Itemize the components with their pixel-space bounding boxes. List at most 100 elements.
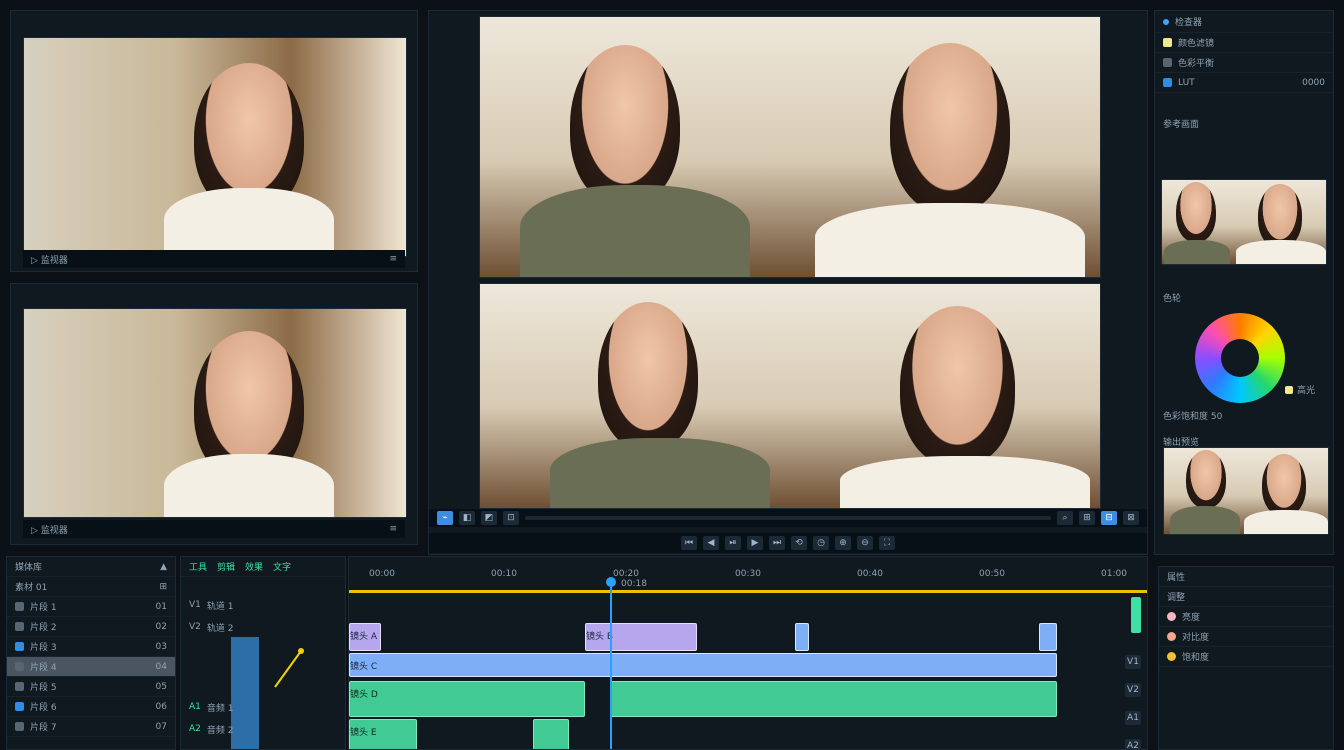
properties-item[interactable]: 对比度: [1159, 627, 1333, 647]
tools-tab-1[interactable]: 工具: [189, 560, 207, 573]
playbar-btn-7[interactable]: ◷: [813, 536, 829, 550]
output-preview-thumbnail[interactable]: [1163, 447, 1329, 535]
timeline-track-toggles: V1 V2 A1 A2: [1125, 655, 1141, 749]
properties-item[interactable]: 调整: [1159, 587, 1333, 607]
media-bin-item-value: 05: [155, 681, 167, 692]
viewer-main-toolbar-btn-1[interactable]: ⌁: [437, 511, 453, 525]
media-bins-subtitle: 素材 01: [15, 583, 48, 593]
timeline-clip[interactable]: [1039, 623, 1057, 651]
media-bins-filter-icon[interactable]: ▲: [160, 562, 167, 572]
tools-tab-3[interactable]: 效果: [245, 560, 263, 573]
timeline-clip[interactable]: 镜头 C: [349, 653, 1057, 677]
timeline-clip[interactable]: 镜头 D: [349, 681, 585, 717]
playbar-btn-3[interactable]: ⏯: [725, 536, 741, 550]
viewer-main-toolbar-btn-8[interactable]: ⊠: [1123, 511, 1139, 525]
track-toggle-icon[interactable]: A2: [1125, 739, 1141, 749]
media-bin-item[interactable]: 片段 5 05: [7, 677, 175, 697]
media-bin-item[interactable]: 片段 2 02: [7, 617, 175, 637]
tools-row[interactable]: V2 轨道 2: [181, 617, 345, 637]
inspector-item-2[interactable]: 色彩平衡: [1155, 53, 1333, 73]
media-bin-item-label: 片段 7: [30, 723, 57, 733]
media-bins-grid-icon[interactable]: ⊞: [159, 582, 167, 592]
viewer-main-toolbar-btn-5[interactable]: ⌕: [1057, 511, 1073, 525]
properties-item-label: 调整: [1167, 593, 1186, 603]
legend-swatch-icon: [1285, 385, 1293, 394]
inspector-item-3[interactable]: LUT 0000: [1155, 73, 1333, 93]
playbar-btn-9[interactable]: ⊖: [857, 536, 873, 550]
playbar-btn-2[interactable]: ◀: [703, 536, 719, 550]
viewer-left-bottom-right[interactable]: ≡: [389, 524, 397, 534]
shirt: [840, 456, 1090, 508]
playbar-btn-4[interactable]: ▶: [747, 536, 763, 550]
playbar-btn-5[interactable]: ⏭: [769, 536, 785, 550]
viewer-main-toolbar-btn-2[interactable]: ◧: [459, 511, 475, 525]
viewer-left-top-right[interactable]: ≡: [389, 254, 397, 264]
person-man: [1176, 182, 1216, 242]
properties-item-label: 亮度: [1182, 613, 1201, 623]
playbar-btn-1[interactable]: ⏮: [681, 536, 697, 550]
media-bins-title: 媒体库: [15, 563, 43, 573]
playbar-btn-10[interactable]: ⛶: [879, 536, 895, 550]
person-man: [1186, 450, 1226, 508]
inspector-panel: 检查器 颜色滤镜 色彩平衡 LUT 0000 参考画面 色轮 高光 色彩饱和度 …: [1154, 10, 1334, 555]
timeline-clip[interactable]: 镜头 E: [349, 719, 417, 749]
viewer-main-toolbar-btn-6[interactable]: ⊞: [1079, 511, 1095, 525]
properties-item[interactable]: 亮度: [1159, 607, 1333, 627]
media-bin-item[interactable]: 片段 6 06: [7, 697, 175, 717]
clip-thumbnail-icon: [15, 702, 24, 711]
shirt: [550, 438, 770, 508]
timeline-clip[interactable]: 镜头 B: [585, 623, 697, 651]
tools-row[interactable]: V1 轨道 1: [181, 595, 345, 615]
tools-row-a: V1: [189, 600, 201, 610]
curve-icon[interactable]: [271, 643, 307, 691]
property-swatch-icon: [1167, 632, 1176, 641]
media-bin-item[interactable]: 片段 7 07: [7, 717, 175, 737]
timeline-clip[interactable]: [795, 623, 809, 651]
viewer-main-bottom-image: [479, 283, 1101, 509]
tools-row[interactable]: A2 音频 2: [181, 719, 345, 739]
track-toggle-icon[interactable]: A1: [1125, 711, 1141, 725]
tools-row-a: V2: [189, 622, 201, 632]
reference-thumbnail[interactable]: [1161, 179, 1327, 265]
viewer-main-toolbar-btn-3[interactable]: ◩: [481, 511, 497, 525]
viewer-main-toolbar-btn-4[interactable]: ⊡: [503, 511, 519, 525]
track-toggle-icon[interactable]: V1: [1125, 655, 1141, 669]
media-bin-item-value: 04: [155, 661, 167, 672]
timeline-ruler: 00:00 00:10 00:20 00:30 00:40 00:50 01:0…: [349, 557, 1147, 593]
timeline-ruler-label: 00:20: [613, 568, 639, 579]
properties-item-label: 饱和度: [1182, 653, 1210, 663]
color-wheel-icon[interactable]: [1195, 313, 1285, 403]
viewer-left-top-label: ▷ 监视器: [31, 255, 68, 266]
wheel-caption: 色彩饱和度 50: [1163, 412, 1223, 422]
playhead-handle[interactable]: [606, 577, 616, 587]
inspector-thumb-title-row: 参考画面: [1155, 113, 1333, 133]
clip-thumbnail-icon: [15, 662, 24, 671]
timeline-clip[interactable]: 镜头 A: [349, 623, 381, 651]
media-bin-item[interactable]: 片段 3 03: [7, 637, 175, 657]
track-toggle-icon[interactable]: V2: [1125, 683, 1141, 697]
inspector-item-1[interactable]: 颜色滤镜: [1155, 33, 1333, 53]
property-swatch-icon: [1167, 652, 1176, 661]
playbar-btn-8[interactable]: ⊕: [835, 536, 851, 550]
tools-row-b: 轨道 1: [206, 601, 234, 612]
timeline-ruler-label: 00:40: [857, 568, 883, 579]
media-bin-item-label: 片段 4: [30, 663, 57, 673]
playbar-btn-6[interactable]: ⟲: [791, 536, 807, 550]
media-bin-item[interactable]: 片段 1 01: [7, 597, 175, 617]
tools-row[interactable]: A1 音频 1: [181, 697, 345, 717]
tools-tab-2[interactable]: 剪辑: [217, 560, 235, 573]
clip-thumbnail-icon: [15, 642, 24, 651]
viewer-left-bottom-label: ▷ 监视器: [31, 525, 68, 536]
properties-item[interactable]: 饱和度: [1159, 647, 1333, 667]
viewer-main-toolbar-btn-7[interactable]: ⊟: [1101, 511, 1117, 525]
wheel-legend: 高光: [1285, 383, 1315, 396]
viewer-left-top-toolbar: ▷ 监视器 ≡: [23, 250, 405, 268]
shirt: [164, 454, 334, 517]
timeline-clip-label: 镜头 E: [350, 728, 377, 738]
timeline-clip[interactable]: [611, 681, 1057, 717]
timeline-clip[interactable]: [533, 719, 569, 749]
timeline-ruler-label: 01:00: [1101, 568, 1127, 579]
tools-tab-4[interactable]: 文字: [273, 560, 291, 573]
properties-title: 属性: [1167, 573, 1186, 583]
media-bin-item[interactable]: 片段 4 04: [7, 657, 175, 677]
